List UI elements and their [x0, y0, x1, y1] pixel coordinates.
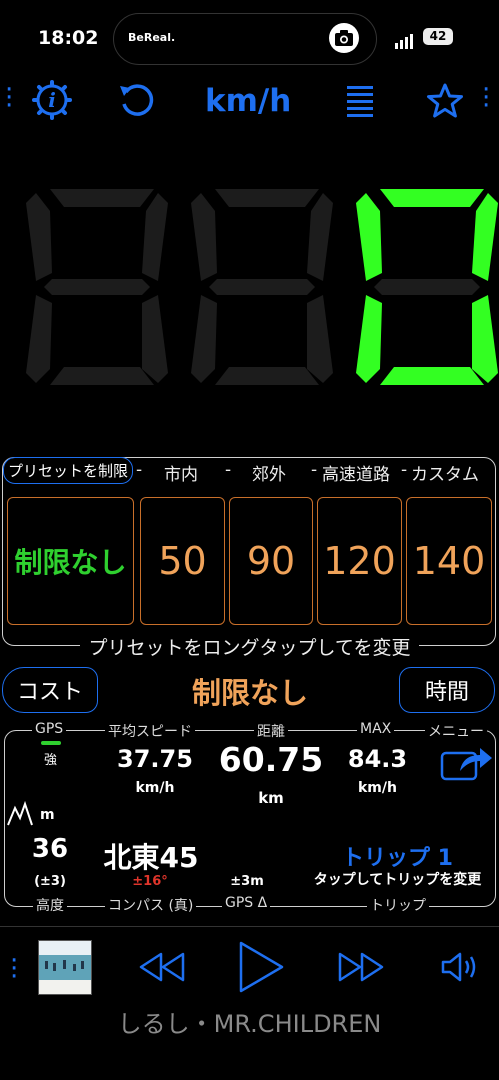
share-icon[interactable]	[440, 745, 492, 781]
speed-segment-f	[356, 193, 382, 281]
speed-segment-g	[44, 279, 150, 295]
altitude-unit: m	[40, 807, 55, 823]
status-time: 18:02	[38, 27, 99, 49]
speed-segment-g	[209, 279, 315, 295]
altitude-mountain-icon	[7, 800, 33, 826]
max-speed-label: MAX	[357, 721, 395, 737]
speed-segment-d	[215, 367, 319, 385]
speed-segment-b	[472, 193, 498, 281]
avg-speed-unit: km/h	[135, 780, 175, 796]
gps-strength: 強	[44, 753, 58, 768]
speed-segment-b	[307, 193, 333, 281]
cost-button-label: コスト	[16, 680, 83, 705]
altitude-value: 36	[31, 834, 69, 864]
preset-separator: -	[311, 460, 318, 480]
fast-forward-icon[interactable]	[337, 950, 385, 984]
distance-value: 60.75	[218, 740, 324, 779]
svg-text:i: i	[48, 88, 56, 112]
max-speed-value: 84.3	[347, 745, 408, 773]
altitude-label: 高度	[33, 895, 67, 915]
gps-delta-value: ±3m	[230, 874, 264, 889]
speed-segment-e	[356, 295, 382, 383]
preset-highway-button[interactable]: 120	[317, 497, 402, 625]
gps-delta-label: GPS Δ	[222, 895, 271, 911]
cellular-signal-icon	[395, 30, 415, 49]
preset-custom-value: 140	[412, 539, 486, 583]
preset-city-button[interactable]: 50	[140, 497, 225, 625]
preset-separator: -	[401, 460, 408, 480]
speed-segment-d	[50, 367, 154, 385]
media-menu-icon[interactable]: · · ·	[10, 948, 18, 990]
now-playing-title[interactable]: しるし・MR.CHILDREN	[0, 1004, 499, 1039]
distance-unit: km	[258, 789, 284, 807]
trip-name[interactable]: トリップ 1	[300, 840, 495, 872]
volume-icon[interactable]	[440, 950, 480, 984]
play-icon[interactable]	[237, 940, 285, 994]
compass-label: コンパス (真)	[105, 895, 197, 915]
info-icon[interactable]: i	[32, 80, 72, 120]
preset-highway-value: 120	[323, 539, 396, 583]
preset-column-suburb: 郊外	[252, 465, 286, 485]
speed-segment-b	[142, 193, 168, 281]
trip-label: トリップ	[367, 895, 429, 915]
preset-no-limit-label: 制限なし	[14, 546, 127, 579]
speed-segment-c	[472, 295, 498, 383]
speed-segment-g	[374, 279, 480, 295]
preset-separator: -	[136, 460, 143, 480]
avg-speed-label: 平均スピード	[105, 721, 195, 741]
speed-limit-status: 制限なし	[191, 676, 308, 710]
speed-digit-hundreds	[26, 189, 168, 385]
speed-unit-toggle[interactable]: km/h	[205, 83, 291, 119]
media-divider	[0, 926, 499, 927]
preset-suburb-button[interactable]: 90	[229, 497, 313, 625]
reset-icon[interactable]	[116, 80, 156, 120]
preset-column-city: 市内	[164, 465, 198, 485]
speed-segment-e	[26, 295, 52, 383]
speed-segment-f	[26, 193, 52, 281]
gps-label: GPS	[32, 721, 67, 737]
preset-column-custom: カスタム	[411, 465, 479, 485]
battery-icon: 42	[423, 28, 453, 45]
speed-segment-f	[191, 193, 217, 281]
speed-segment-c	[307, 295, 333, 383]
distance-label: 距離	[254, 721, 288, 741]
live-activity-app-name: BeReal.	[128, 31, 176, 44]
preset-limit-chip[interactable]: プリセットを制限	[3, 457, 134, 484]
trip-change-hint[interactable]: タップしてトリップを変更	[300, 869, 495, 889]
max-speed-unit: km/h	[358, 780, 397, 796]
album-artwork[interactable]	[38, 940, 92, 995]
preset-city-value: 50	[158, 539, 207, 583]
camera-icon[interactable]	[327, 22, 361, 54]
gps-strength-bar	[41, 741, 61, 745]
speed-segment-a	[50, 189, 154, 207]
side-menu-right-icon[interactable]: · · ·	[482, 77, 490, 119]
compass-heading: 北東45	[103, 841, 199, 874]
compass-deviation: ±16°	[132, 874, 168, 889]
avg-speed-value: 37.75	[117, 745, 193, 773]
list-icon[interactable]	[347, 85, 377, 117]
speed-segment-a	[380, 189, 484, 207]
preset-custom-button[interactable]: 140	[406, 497, 492, 625]
rewind-icon[interactable]	[138, 950, 186, 984]
speed-segment-a	[215, 189, 319, 207]
preset-column-highway: 高速道路	[322, 465, 390, 485]
preset-no-limit-button[interactable]: 制限なし	[7, 497, 134, 625]
preset-suburb-value: 90	[246, 539, 296, 583]
preset-separator: -	[225, 460, 232, 480]
speed-segment-e	[191, 295, 217, 383]
speed-segment-c	[142, 295, 168, 383]
speed-digit-tens	[191, 189, 333, 385]
speed-segment-d	[380, 367, 484, 385]
altitude-accuracy: (±3)	[34, 874, 66, 889]
side-menu-icon[interactable]: · · ·	[5, 77, 13, 119]
speed-digit-ones	[356, 189, 498, 385]
preset-hint: プリセットをロングタップしてを変更	[0, 633, 499, 660]
cost-button[interactable]: コスト	[2, 667, 98, 713]
favorite-star-icon[interactable]	[426, 83, 464, 119]
menu-label: メニュー	[425, 721, 487, 741]
time-button[interactable]: 時間	[399, 667, 495, 713]
time-button-label: 時間	[424, 680, 469, 705]
